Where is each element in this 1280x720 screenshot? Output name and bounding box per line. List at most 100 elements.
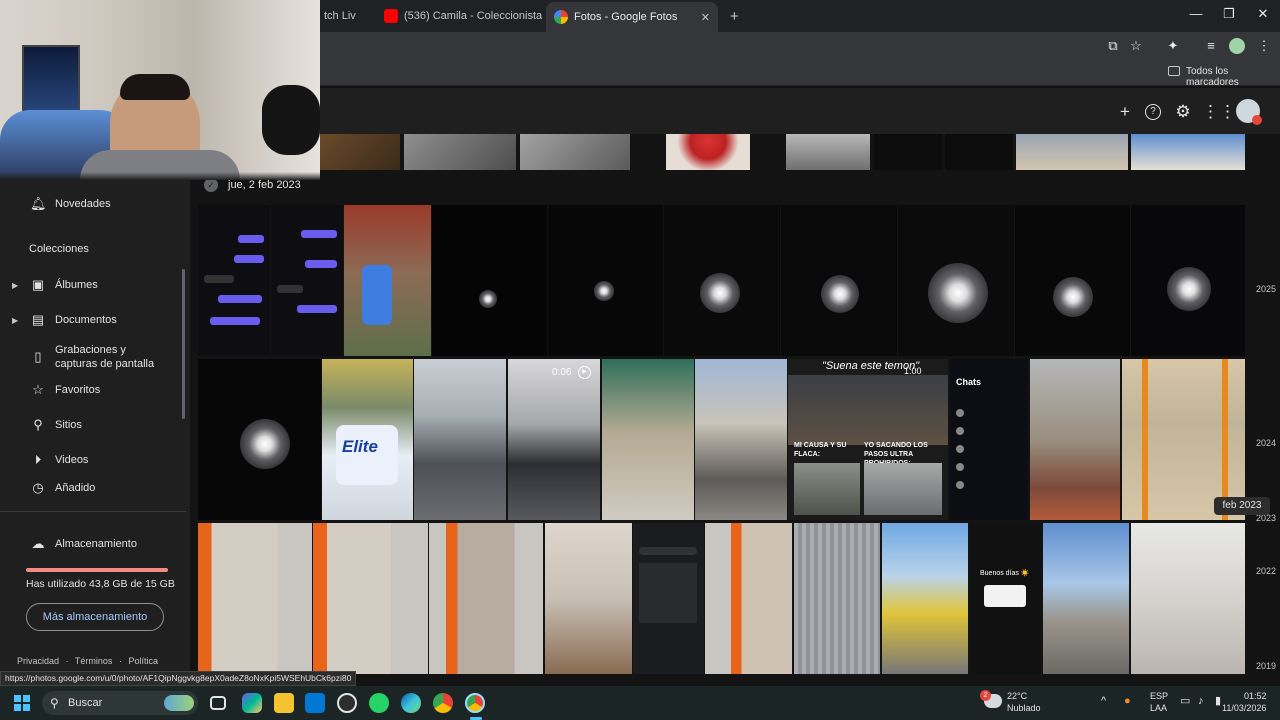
mall-photo-thumbnail[interactable] xyxy=(602,359,694,520)
policy-link[interactable]: Política xyxy=(128,656,158,666)
tab-google-photos[interactable]: Fotos - Google Fotos ✕ xyxy=(546,2,718,32)
sidebar-item-videos[interactable]: ⏵ Videos xyxy=(0,445,186,475)
whatsapp-icon[interactable] xyxy=(369,693,389,713)
shutter-photo-thumbnail[interactable] xyxy=(794,523,880,674)
photo-thumbnail[interactable] xyxy=(1016,134,1128,170)
photo-thumbnail[interactable] xyxy=(666,134,750,170)
edge-icon[interactable] xyxy=(401,693,421,713)
language-top[interactable]: ESP xyxy=(1150,691,1168,702)
street-crowd-photo-thumbnail[interactable] xyxy=(695,359,787,520)
chat-screenshot-thumbnail[interactable] xyxy=(271,205,343,356)
volume-icon[interactable]: ♪ xyxy=(1198,696,1204,707)
photo-thumbnail[interactable] xyxy=(786,134,870,170)
mirror-selfie-thumbnail[interactable] xyxy=(429,523,543,674)
more-storage-button[interactable]: Más almacenamiento xyxy=(26,603,164,631)
store-photo-thumbnail[interactable] xyxy=(1030,359,1120,520)
moon-photo-thumbnail[interactable] xyxy=(1015,205,1130,356)
language-bottom[interactable]: LAA xyxy=(1150,703,1167,714)
moon-photo-thumbnail[interactable] xyxy=(898,205,1014,356)
scrubber-year-2024[interactable]: 2024 xyxy=(1256,438,1276,448)
clock-time[interactable]: 01:52 xyxy=(1244,691,1267,702)
microsoft-store-icon[interactable] xyxy=(305,693,325,713)
media-controls-icon[interactable]: ≡ xyxy=(1203,38,1219,54)
sidebar-item-novedades[interactable]: 🔔︎ Novedades xyxy=(0,189,186,219)
moon-photo-thumbnail[interactable] xyxy=(664,205,780,356)
phone-screenshot-thumbnail[interactable]: Buenos días ☀️ xyxy=(970,523,1041,674)
weather-desc[interactable]: Nublado xyxy=(1007,703,1041,714)
install-app-icon[interactable]: ⧉ xyxy=(1105,38,1121,54)
sidebar-item-grabaciones[interactable]: ▯ Grabaciones y capturas de pantalla xyxy=(0,340,186,374)
expand-caret-icon[interactable]: ▶ xyxy=(12,316,18,325)
bookmark-star-icon[interactable]: ☆ xyxy=(1128,38,1144,54)
minimize-button[interactable]: — xyxy=(1185,6,1207,24)
sidebar-item-almacenamiento[interactable]: ☁ Almacenamiento xyxy=(0,529,186,559)
bus-photo-thumbnail[interactable] xyxy=(882,523,968,674)
microphone-icon[interactable]: ● xyxy=(1124,696,1131,707)
file-explorer-icon[interactable] xyxy=(274,693,294,713)
photo-thumbnail[interactable] xyxy=(945,134,1013,170)
moon-photo-thumbnail[interactable] xyxy=(432,205,547,356)
expand-caret-icon[interactable]: ▶ xyxy=(12,281,18,290)
show-hidden-icons-chevron-icon[interactable]: ^ xyxy=(1101,696,1106,707)
close-tab-icon[interactable]: ✕ xyxy=(701,11,710,24)
mirror-selfie-thumbnail[interactable] xyxy=(198,523,312,674)
tab-twitch[interactable]: tch Liv xyxy=(316,4,364,28)
help-icon[interactable]: ? xyxy=(1145,104,1161,120)
maximize-button[interactable]: ❐ xyxy=(1218,6,1240,24)
new-tab-button[interactable]: + xyxy=(722,4,747,28)
sidebar-item-favoritos[interactable]: ☆ Favoritos xyxy=(0,375,186,405)
close-window-button[interactable]: ✕ xyxy=(1252,6,1274,24)
all-bookmarks-link[interactable]: Todos los marcadores xyxy=(1186,66,1280,88)
video-thumbnail[interactable]: 0:06 ▶ xyxy=(508,359,600,520)
sky-photo-thumbnail[interactable] xyxy=(1043,523,1129,674)
sidebar-scrollbar[interactable] xyxy=(182,269,185,419)
chats-screenshot-thumbnail[interactable]: Chats xyxy=(950,359,1028,520)
more-menu-icon[interactable]: ⋮ xyxy=(1256,38,1272,54)
photo-thumbnail[interactable] xyxy=(874,134,942,170)
sidebar-item-sitios[interactable]: ⚲ Sitios xyxy=(0,410,186,440)
weather-temp[interactable]: 22°C xyxy=(1007,691,1027,702)
battery-icon[interactable]: ▮ xyxy=(1215,696,1221,707)
sidebar-item-anadido[interactable]: ◷ Añadido xyxy=(0,473,186,503)
google-search-screenshot-thumbnail[interactable] xyxy=(633,523,704,674)
store-photo-thumbnail[interactable] xyxy=(545,523,632,674)
network-icon[interactable]: ▭ xyxy=(1180,696,1190,707)
selfie-thumbnail[interactable] xyxy=(344,205,431,356)
apps-grid-icon[interactable]: ⋮⋮ xyxy=(1202,102,1236,122)
chrome-active-icon[interactable] xyxy=(465,693,485,713)
settings-gear-icon[interactable]: ⚙ xyxy=(1173,102,1193,122)
couple-photo-thumbnail[interactable] xyxy=(1122,359,1245,520)
chat-screenshot-thumbnail[interactable] xyxy=(198,205,270,356)
privacy-link[interactable]: Privacidad xyxy=(17,656,59,666)
selfie-thumbnail[interactable] xyxy=(1131,523,1245,674)
windows-start-icon[interactable] xyxy=(14,695,30,711)
scrubber-year-2022[interactable]: 2022 xyxy=(1256,566,1276,576)
account-avatar[interactable] xyxy=(1236,99,1262,125)
scrubber-year-2019[interactable]: 2019 xyxy=(1256,661,1276,671)
toilet-paper-photo-thumbnail[interactable]: Elite xyxy=(322,359,413,520)
sidebar-item-albumes[interactable]: ▶ ▣ Álbumes xyxy=(0,270,186,300)
photo-thumbnail[interactable] xyxy=(520,134,630,170)
mirror-selfie-thumbnail[interactable] xyxy=(705,523,792,674)
clock-date[interactable]: 11/03/2026 xyxy=(1222,703,1266,714)
photo-thumbnail[interactable] xyxy=(320,134,400,170)
moon-photo-thumbnail[interactable] xyxy=(1131,205,1245,356)
photo-thumbnail[interactable] xyxy=(404,134,516,170)
profile-avatar[interactable] xyxy=(1229,38,1245,54)
moon-photo-thumbnail[interactable] xyxy=(548,205,663,356)
mirror-selfie-thumbnail[interactable] xyxy=(313,523,428,674)
scrubber-year-2025[interactable]: 2025 xyxy=(1256,284,1276,294)
moon-photo-thumbnail[interactable] xyxy=(781,205,897,356)
extensions-icon[interactable]: ✦ xyxy=(1165,38,1181,54)
terms-link[interactable]: Términos xyxy=(75,656,113,666)
select-group-check-icon[interactable]: ✓ xyxy=(204,178,218,192)
meme-video-thumbnail[interactable]: "Suena este temon" 1:00 MI CAUSA Y SU FL… xyxy=(788,359,948,520)
chrome-icon[interactable] xyxy=(433,693,453,713)
taskbar-search-box[interactable]: ⚲ Buscar xyxy=(42,691,198,715)
app-icon[interactable] xyxy=(337,693,357,713)
task-view-icon[interactable] xyxy=(210,696,226,710)
photo-thumbnail[interactable] xyxy=(1131,134,1245,170)
moon-photo-thumbnail[interactable] xyxy=(198,359,321,520)
add-icon[interactable]: + xyxy=(1115,102,1135,122)
street-photo-thumbnail[interactable] xyxy=(414,359,506,520)
